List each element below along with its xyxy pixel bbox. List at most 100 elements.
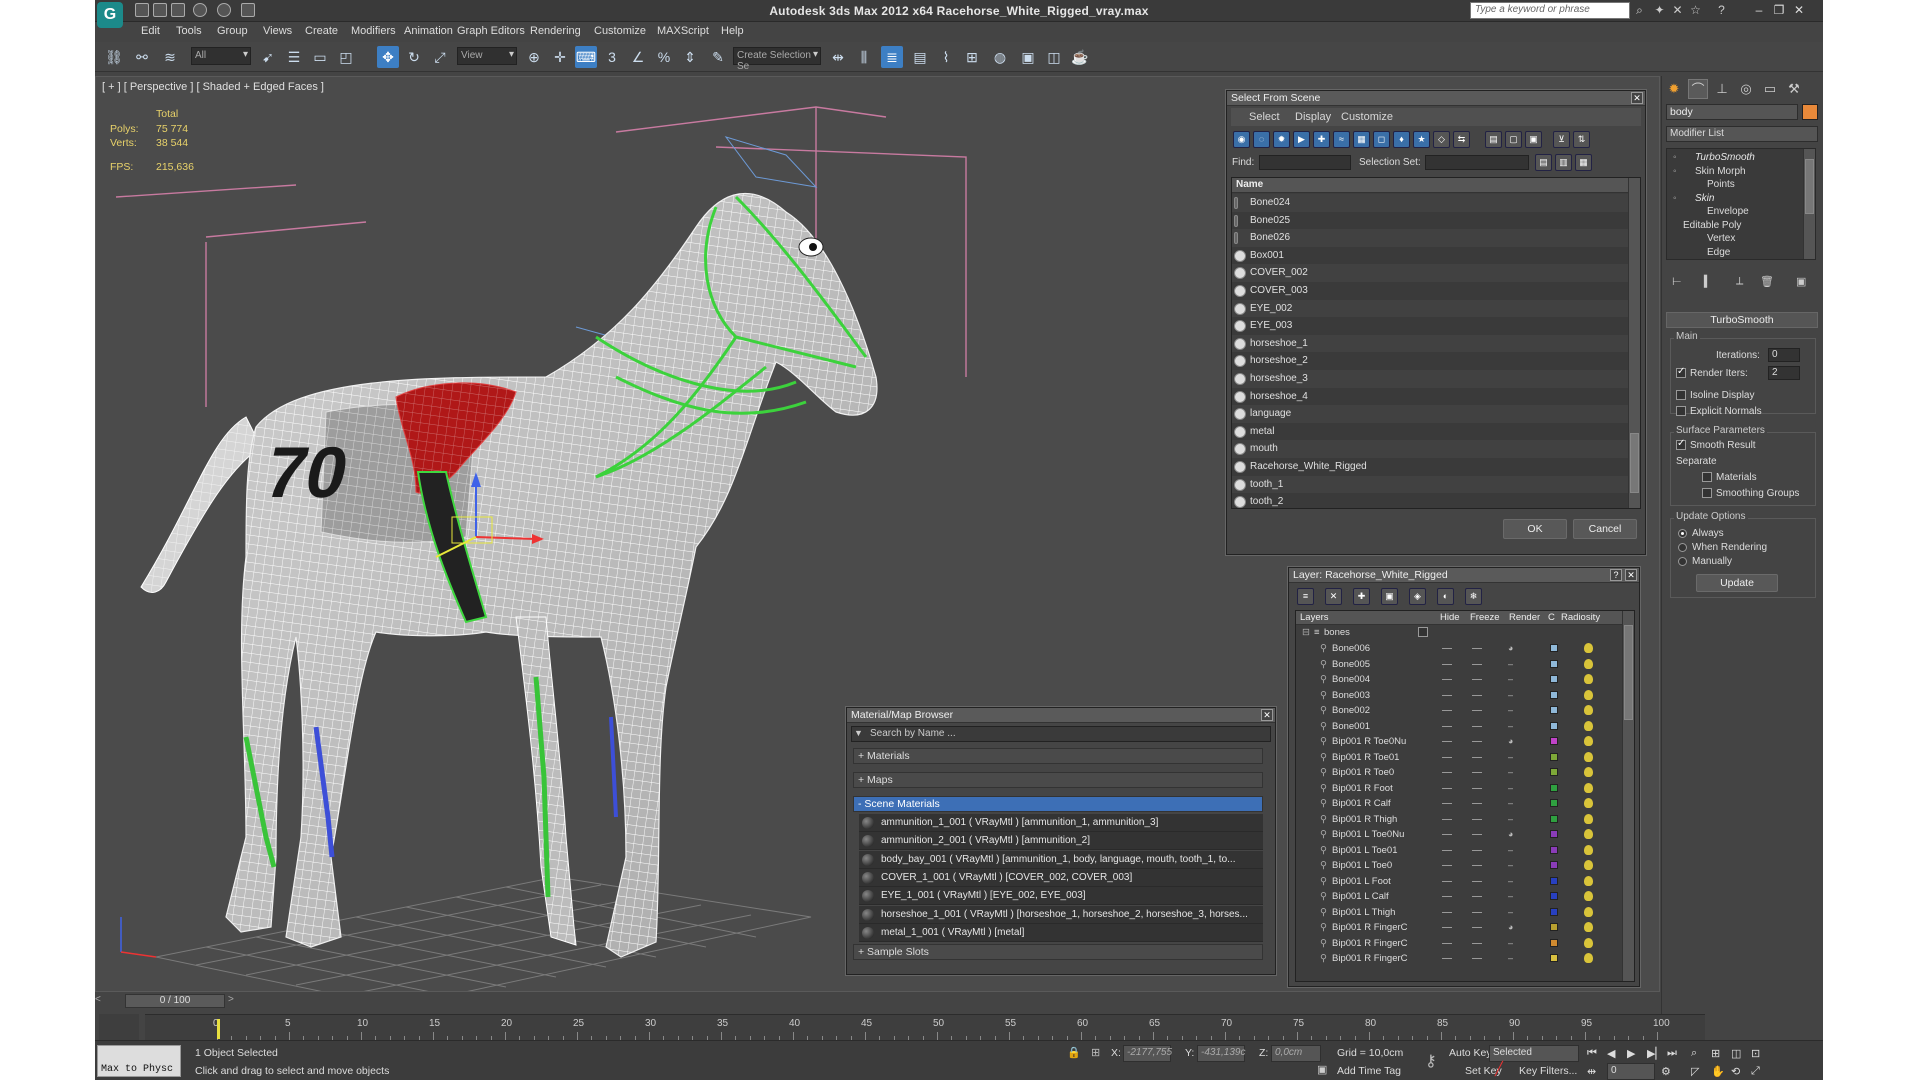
visibility-toggle[interactable]: [1442, 911, 1452, 913]
render-toggle-icon[interactable]: –: [1508, 936, 1513, 951]
visibility-toggle[interactable]: [1442, 694, 1452, 696]
visibility-toggle[interactable]: [1442, 927, 1452, 928]
help-search-input[interactable]: Type a keyword or phrase: [1470, 2, 1630, 19]
render-toggle-icon[interactable]: –: [1508, 889, 1513, 904]
scene-object-row[interactable]: Bone026: [1232, 229, 1630, 248]
rect-selection-icon[interactable]: ▭: [309, 46, 331, 68]
layer-object-row[interactable]: ⚲ Bip001 R Toe0 –: [1296, 765, 1626, 781]
render-toggle-icon[interactable]: –: [1508, 750, 1513, 765]
current-frame-marker[interactable]: [217, 1019, 220, 1039]
freeze-all-layers-icon[interactable]: ❄: [1465, 588, 1482, 605]
visibility-toggle[interactable]: [1472, 911, 1482, 913]
bind-space-warp-icon[interactable]: ≋: [159, 46, 181, 68]
time-slider-prev-icon[interactable]: <: [95, 994, 101, 1005]
percent-snap-icon[interactable]: %: [653, 46, 675, 68]
highlight-layer-icon[interactable]: ◈: [1409, 588, 1426, 605]
binoculars-icon[interactable]: ⌕: [1633, 4, 1646, 17]
visibility-toggle[interactable]: [1472, 663, 1482, 665]
selection-set-icon-2[interactable]: ▥: [1555, 154, 1572, 171]
align-icon[interactable]: ⫼: [853, 46, 875, 68]
layer-color-swatch[interactable]: [1550, 737, 1558, 745]
selection-lock-icon[interactable]: 🔒: [1067, 1046, 1081, 1059]
stack-item[interactable]: Points: [1707, 179, 1735, 190]
visibility-toggle[interactable]: [1442, 772, 1452, 773]
visibility-toggle[interactable]: [1472, 725, 1482, 727]
render-toggle-icon[interactable]: –: [1508, 703, 1513, 718]
maximize-viewport-icon[interactable]: ⤢: [1751, 1065, 1760, 1078]
curve-editor-mini-icon[interactable]: [99, 1014, 139, 1040]
radiosity-bulb-icon[interactable]: [1584, 875, 1593, 886]
material-row[interactable]: COVER_1_001 ( VRayMtl ) [COVER_002, COVE…: [859, 868, 1263, 887]
visibility-toggle[interactable]: [1442, 834, 1452, 835]
visibility-toggle[interactable]: [1472, 834, 1482, 835]
scene-object-row[interactable]: horseshoe_2: [1232, 352, 1630, 371]
render-toggle-icon[interactable]: –: [1508, 951, 1513, 966]
visibility-toggle[interactable]: [1442, 958, 1452, 959]
layer-object-row[interactable]: ⚲ Bip001 R Toe01 –: [1296, 750, 1626, 766]
pivot-center-icon[interactable]: ⊕: [523, 46, 545, 68]
layer-object-row[interactable]: ⚲ Bone002 –: [1296, 703, 1626, 719]
col-hide[interactable]: Hide: [1440, 611, 1460, 624]
schematic-view-icon[interactable]: ⊞: [961, 46, 983, 68]
modifier-stack[interactable]: TurboSmooth ◦ Skin Morph ◦ Points Skin ◦ Envelo…: [1666, 148, 1816, 260]
track-bar[interactable]: 0 5 10 15 20 25 30 35 40 45 50 55 60 65 70 75 80 85 90 95 10…: [145, 1014, 1705, 1040]
render-toggle-icon[interactable]: –: [1508, 672, 1513, 687]
edit-named-selection-icon[interactable]: ✎: [707, 46, 729, 68]
select-scale-icon[interactable]: ⤢: [429, 46, 451, 68]
scene-object-row[interactable]: tooth_1: [1232, 475, 1630, 494]
scene-object-row[interactable]: horseshoe_4: [1232, 387, 1630, 406]
select-manipulate-icon[interactable]: ✛: [549, 46, 571, 68]
layer-scrollbar[interactable]: [1622, 611, 1634, 981]
layer-color-swatch[interactable]: [1550, 690, 1558, 699]
display-helpers-icon[interactable]: ✚: [1313, 131, 1330, 148]
radiosity-bulb-icon[interactable]: [1584, 751, 1593, 762]
material-editor-icon[interactable]: ◍: [989, 46, 1011, 68]
key-pencil-icon[interactable]: ╱: [1495, 1061, 1503, 1077]
time-slider[interactable]: 0 / 100: [125, 994, 225, 1008]
layer-object-row[interactable]: ⚲ Bip001 L Foot –: [1296, 874, 1626, 890]
section-maps[interactable]: + Maps: [853, 772, 1263, 788]
render-iters-checkbox[interactable]: [1676, 366, 1686, 378]
radiosity-bulb-icon[interactable]: [1584, 829, 1593, 839]
scene-object-row[interactable]: EYE_002: [1232, 299, 1630, 318]
scene-list-scroll-thumb[interactable]: [1630, 433, 1639, 493]
close-icon[interactable]: ✕: [1625, 569, 1637, 581]
scene-object-row[interactable]: metal: [1232, 422, 1630, 441]
menu-help[interactable]: Help: [721, 25, 744, 37]
goto-start-icon[interactable]: ⏮: [1587, 1047, 1597, 1060]
scene-object-row[interactable]: Racehorse_White_Rigged: [1232, 458, 1630, 476]
render-toggle-icon[interactable]: ◕: [1508, 734, 1513, 749]
update-button[interactable]: Update: [1696, 574, 1778, 592]
scene-object-row[interactable]: language: [1232, 405, 1630, 424]
visibility-toggle[interactable]: [1442, 880, 1452, 882]
layer-object-row[interactable]: ⚲ Bone003 –: [1296, 688, 1626, 704]
scene-object-row[interactable]: COVER_002: [1232, 264, 1630, 283]
layer-object-row[interactable]: ⚲ Bone006 ◕: [1296, 641, 1626, 657]
display-tab-icon[interactable]: ▭: [1760, 79, 1780, 99]
layer-manager-icon[interactable]: ≣: [881, 46, 903, 68]
material-row[interactable]: ammunition_1_001 ( VRayMtl ) [ammunition…: [859, 814, 1263, 832]
stack-item[interactable]: Editable Poly: [1683, 220, 1741, 231]
key-set-dropdown[interactable]: Selected: [1489, 1045, 1579, 1062]
select-invert-icon[interactable]: ▣: [1525, 131, 1542, 148]
visibility-toggle[interactable]: [1442, 710, 1452, 711]
layer-color-swatch[interactable]: [1550, 830, 1558, 838]
layer-color-swatch[interactable]: [1550, 706, 1558, 714]
stack-scroll-thumb[interactable]: [1805, 159, 1814, 214]
close-icon[interactable]: ✕: [1261, 709, 1273, 721]
menu-graph-editors[interactable]: Graph Editors: [457, 25, 525, 37]
visibility-toggle[interactable]: [1442, 679, 1452, 680]
visibility-toggle[interactable]: [1472, 865, 1482, 866]
layer-dialog-title[interactable]: Layer: Racehorse_White_Rigged: [1289, 568, 1639, 583]
layer-color-swatch[interactable]: [1550, 768, 1558, 776]
motion-tab-icon[interactable]: ◎: [1736, 79, 1756, 99]
visibility-toggle[interactable]: [1472, 927, 1482, 928]
select-move-icon[interactable]: ✥: [377, 46, 399, 68]
scene-object-row[interactable]: Bone024: [1232, 194, 1630, 212]
rendered-frame-window-icon[interactable]: ◫: [1043, 46, 1065, 68]
help-icon[interactable]: ?: [1715, 4, 1728, 17]
render-toggle-icon[interactable]: –: [1508, 843, 1513, 858]
visibility-toggle[interactable]: [1472, 648, 1482, 649]
mirror-icon[interactable]: ⇹: [827, 46, 849, 68]
add-time-tag[interactable]: Add Time Tag: [1337, 1065, 1401, 1077]
